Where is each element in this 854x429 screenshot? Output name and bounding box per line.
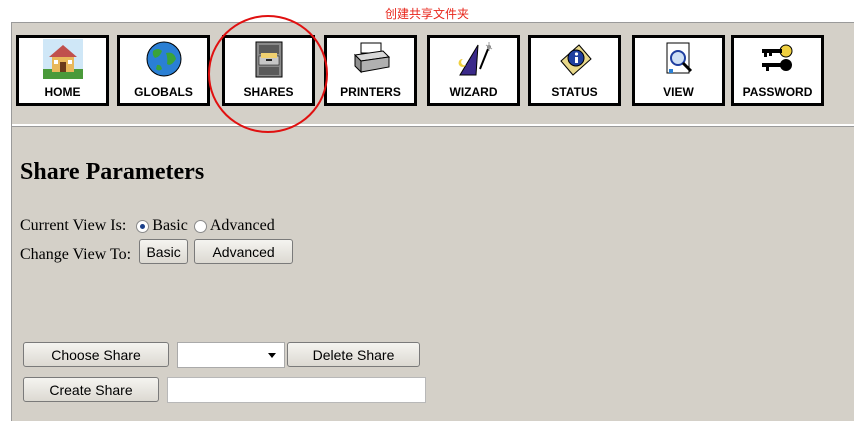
- nav-home-button[interactable]: HOME: [16, 35, 109, 106]
- change-view-row: Change View To: Basic Advanced: [20, 239, 294, 264]
- current-view-row: Current View Is: Basic Advanced: [20, 217, 275, 235]
- file-cabinet-icon: [255, 41, 282, 78]
- nav-view-button[interactable]: VIEW: [632, 35, 725, 106]
- delete-share-button[interactable]: Delete Share: [287, 342, 420, 367]
- swat-panel: HOME GLOBALS SHARES PRINTERS WIZARD STAT…: [11, 15, 854, 421]
- nav-globals-label: GLOBALS: [134, 85, 193, 99]
- chevron-down-icon: [268, 353, 276, 358]
- view-advanced-radio[interactable]: [193, 219, 207, 233]
- nav-status-button[interactable]: STATUS: [528, 35, 621, 106]
- page-title: Share Parameters: [20, 159, 205, 185]
- globe-icon: [146, 41, 181, 77]
- view-basic-radio[interactable]: [136, 219, 150, 233]
- nav-password-label: PASSWORD: [742, 85, 813, 99]
- nav-printers-label: PRINTERS: [340, 85, 401, 99]
- house-icon: [42, 39, 83, 79]
- nav-wizard-button[interactable]: WIZARD: [427, 35, 520, 106]
- create-share-input[interactable]: [167, 377, 426, 403]
- printer-icon: [353, 42, 390, 74]
- nav-shares-button[interactable]: SHARES: [222, 35, 315, 106]
- nav-home-label: HOME: [44, 85, 81, 99]
- info-icon: [559, 44, 592, 76]
- create-share-button[interactable]: Create Share: [23, 377, 159, 402]
- share-select[interactable]: [177, 342, 285, 368]
- keys-icon: [761, 44, 792, 71]
- choose-share-button[interactable]: Choose Share: [23, 342, 169, 367]
- view-advanced-radio-label: Advanced: [209, 217, 275, 234]
- nav-view-label: VIEW: [663, 85, 694, 99]
- current-view-label: Current View Is:: [20, 217, 127, 234]
- nav-password-button[interactable]: PASSWORD: [731, 35, 824, 106]
- change-view-basic-button[interactable]: Basic: [139, 239, 189, 264]
- view-basic-radio-label: Basic: [152, 217, 188, 234]
- wizard-hat-icon: [458, 42, 492, 76]
- nav-toolbar: HOME GLOBALS SHARES PRINTERS WIZARD STAT…: [12, 23, 854, 126]
- annotation-title: 创建共享文件夹: [384, 7, 469, 21]
- nav-printers-button[interactable]: PRINTERS: [324, 35, 417, 106]
- nav-shares-label: SHARES: [243, 85, 294, 99]
- change-view-label: Change View To:: [20, 245, 132, 263]
- nav-globals-button[interactable]: GLOBALS: [117, 35, 210, 106]
- change-view-advanced-button[interactable]: Advanced: [194, 239, 294, 264]
- nav-status-label: STATUS: [551, 85, 598, 99]
- nav-wizard-label: WIZARD: [449, 85, 498, 99]
- magnifier-document-icon: [666, 42, 692, 74]
